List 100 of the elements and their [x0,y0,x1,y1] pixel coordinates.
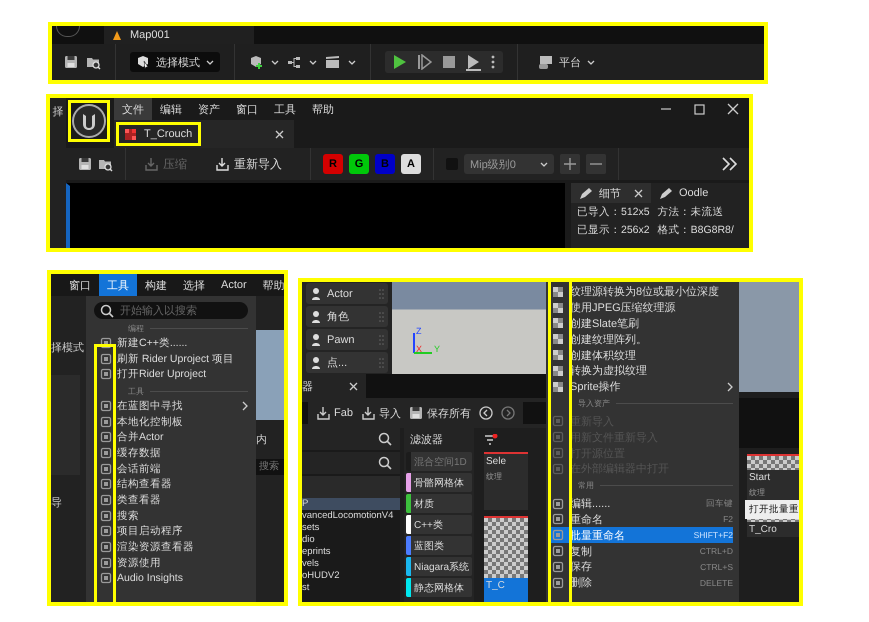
filter-chip[interactable]: C++类 [406,515,472,534]
menu-item[interactable]: 项目启动程序 [94,524,248,540]
actor-item[interactable]: Pawn [306,329,388,350]
menu-item[interactable]: 搜索 [94,508,248,524]
folder-item[interactable]: st [302,582,400,594]
menu-item[interactable]: 会话前端 [94,460,248,476]
kebab-icon[interactable] [491,55,495,69]
actor-item[interactable]: 角色 [306,306,388,327]
menu-item[interactable]: 选择 [175,274,213,296]
step-icon[interactable] [417,54,432,70]
menu-item[interactable]: 刷新 Rider Uproject 项目 [94,350,248,366]
channel-toggle[interactable]: G [349,154,369,174]
pencil-icon [579,186,593,200]
menu-item[interactable]: 工具 [99,274,137,296]
path-field[interactable] [522,402,546,424]
menu-item[interactable]: 类查看器 [94,492,248,508]
level-tab[interactable]: Map001 [104,26,254,44]
folder-item[interactable]: oHUDV2 [302,570,400,582]
mode-dropdown[interactable]: 选择模式 [130,52,220,72]
menu-item[interactable]: Audio Insights [94,570,248,586]
eject-icon[interactable] [466,54,481,70]
clapperboard-icon[interactable] [325,55,340,69]
folder-item[interactable]: eprints [302,546,400,558]
square-icon [100,416,112,428]
menu-item[interactable]: 窗口 [61,274,99,296]
square-icon [100,431,112,444]
actor-item[interactable]: 点... [306,352,388,373]
play-icon[interactable] [393,54,407,70]
close-icon[interactable] [727,103,739,115]
plus-icon [564,158,576,170]
double-chevron-icon[interactable] [722,157,737,171]
filter-chip[interactable]: Niagara系统 [406,557,472,576]
menu-item[interactable]: 工具 [266,98,304,120]
menu-item[interactable]: 缓存数据 [94,445,248,461]
menu-item[interactable]: 文件 [114,98,152,120]
add-cube-icon[interactable] [249,55,263,69]
reimport-button[interactable]: 重新导入 [209,154,288,174]
menu-item[interactable]: 帮助 [254,274,284,296]
platform-dropdown[interactable]: 平台 [532,54,601,70]
maximize-icon[interactable] [694,104,705,114]
menu-item[interactable]: 窗口 [228,98,266,120]
filter-chip[interactable]: 材质 [406,494,472,513]
node-graph-icon[interactable] [287,56,301,68]
details-tab[interactable]: 细节 [571,183,651,203]
search-field[interactable] [302,428,400,450]
menu-item[interactable]: 打开Rider Uproject [94,366,248,382]
forward-icon[interactable] [500,406,515,420]
toolbar-button[interactable]: 保存所有 [408,406,471,420]
menu-item[interactable]: 本地化控制板 [94,414,248,430]
asset-tile[interactable]: Sele 纹理 [484,452,528,510]
close-icon[interactable] [349,382,358,390]
search-field[interactable] [302,452,400,474]
menu-item[interactable]: 结构查看器 [94,476,248,492]
folder-item[interactable]: P [302,498,400,510]
save-icon[interactable] [64,55,78,69]
asset-type: 纹理 [485,471,503,483]
square-icon [552,498,564,510]
tray-arrow-icon [360,406,376,420]
folder-item[interactable]: sets [302,522,400,534]
close-icon[interactable] [275,130,284,138]
stop-icon[interactable] [442,55,456,69]
browser-tab[interactable]: 器 [302,374,366,398]
save-icon[interactable] [78,157,92,171]
menu-item[interactable]: 编辑 [152,98,190,120]
filter-chip[interactable]: 静态网格体 [406,578,472,597]
channel-toggle[interactable]: A [401,154,421,174]
toolbar-button[interactable]: 导入 [360,406,401,420]
search-field[interactable]: 搜索 [256,459,284,475]
caret-icon [540,160,548,168]
close-icon[interactable] [634,188,643,198]
menu-item[interactable]: 构建 [137,274,175,296]
mip-dropdown[interactable]: Mip级别0 [464,154,554,174]
plus-button[interactable] [560,154,580,174]
toolbar-button[interactable]: Fab [316,406,353,420]
square-icon [100,572,112,584]
menu-item[interactable]: 新建C++类...... [94,335,248,351]
back-icon[interactable] [478,406,493,420]
filter-chip[interactable]: 蓝图类 [406,536,472,555]
menu-item[interactable]: Actor [213,274,255,296]
folder-item[interactable]: vels [302,558,400,570]
menu-item[interactable]: 在蓝图中寻找 [94,398,248,414]
caret-icon [309,58,317,66]
menu-item[interactable]: 资源使用 [94,554,248,571]
menu-item[interactable]: 渲染资源查看器 [94,539,248,555]
details-tab[interactable]: Oodle [651,183,731,203]
folder-item[interactable]: dio [302,534,400,546]
menu-item[interactable]: 合并Actor [94,429,248,446]
channel-toggle[interactable]: R [323,154,343,174]
folder-item[interactable]: vancedLocomotionV4 [302,510,400,522]
actor-item[interactable]: Actor [306,283,388,304]
square-icon [100,336,112,349]
minus-button[interactable] [586,154,606,174]
axis-label: Z [416,326,422,336]
menu-item[interactable]: 帮助 [304,98,342,120]
logo-fragment [56,26,80,37]
asset-tile[interactable]: Start 纹理 [747,454,799,500]
asset-tab[interactable]: T_Crouch [114,120,294,148]
filter-chip[interactable]: 骨骼网格体 [406,473,472,492]
menu-item[interactable]: 资产 [190,98,228,120]
filter-icon[interactable] [484,434,498,446]
